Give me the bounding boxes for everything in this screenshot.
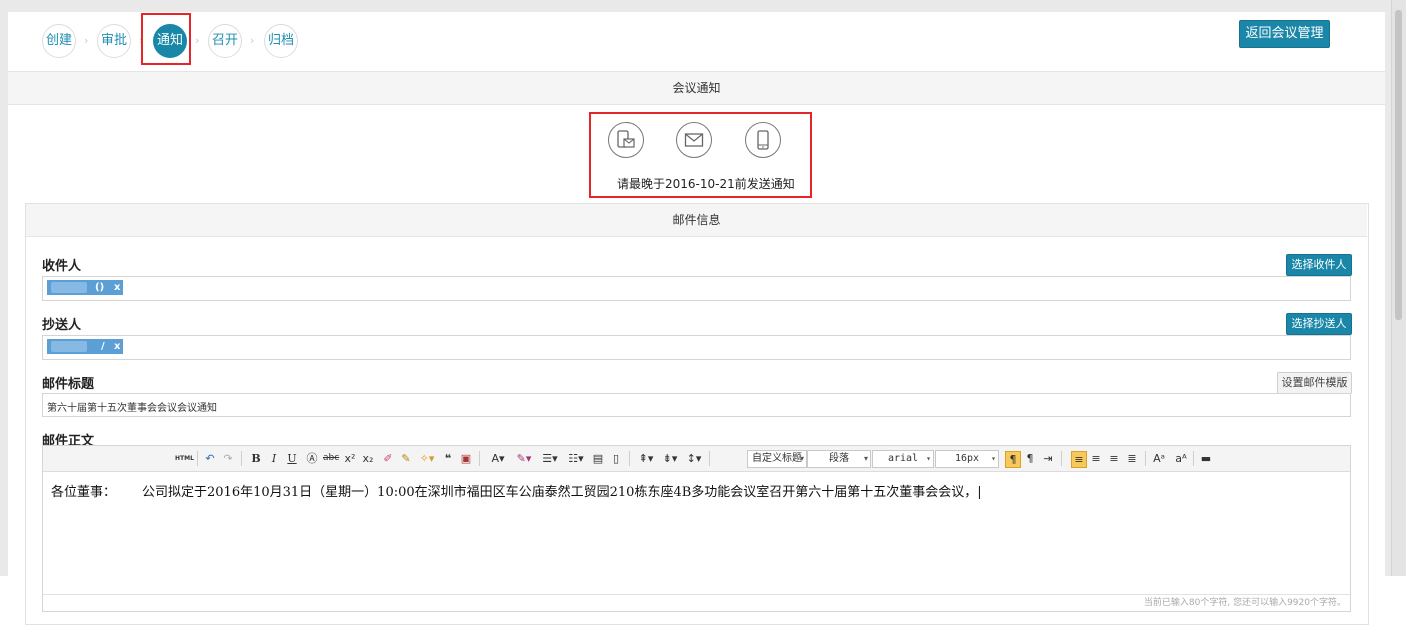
step-archive[interactable]: 归档 [264, 24, 298, 58]
word-count-text: 当前已输入80个字符, 您还可以输入9920个字符。 [1143, 598, 1346, 608]
superscript-icon[interactable]: x² [343, 451, 357, 466]
chevron-right-icon: › [195, 34, 200, 47]
paragraph-value: 段落 [829, 453, 849, 464]
italic-button[interactable]: I [267, 451, 281, 466]
highlight-color-icon[interactable]: ✎▾ [513, 451, 535, 466]
paragraph-select[interactable]: 段落 ▾ [807, 450, 871, 468]
chevron-down-icon: ▾ [863, 454, 868, 463]
select-recipient-button[interactable]: 选择收件人 [1286, 254, 1352, 276]
cc-label: 抄送人 [42, 318, 82, 333]
font-size-select[interactable]: 16px ▾ [935, 450, 999, 468]
step-convene[interactable]: 召开 [208, 24, 242, 58]
notice-channels-highlight [589, 112, 812, 198]
cc-name-redacted [51, 341, 87, 352]
clear-document-icon[interactable]: ▯ [609, 451, 623, 466]
font-size-value: 16px [954, 453, 980, 464]
toolbar-divider [709, 451, 710, 466]
font-color-button[interactable]: A▾ [487, 451, 509, 466]
mail-body-editor: HTML ↶ ↷ B I U Ⓐ abc x² x₂ ✐ ✎ ✧▾ ❝ ▣ A▾… [42, 445, 1351, 612]
active-step-highlight [141, 13, 191, 65]
ltr-direction-icon[interactable]: ¶ [1005, 451, 1021, 468]
auto-format-icon[interactable]: ✧▾ [417, 451, 437, 466]
undo-icon[interactable]: ↶ [203, 451, 217, 466]
body-content: 公司拟定于2016年10月31日（星期一）10:00在深圳市福田区车公庙泰然工贸… [142, 485, 982, 500]
html-source-button[interactable]: HTML [175, 451, 194, 466]
lowercase-icon[interactable]: aᴬ [1173, 451, 1189, 466]
set-mail-template-button[interactable]: 设置邮件模版 [1277, 372, 1352, 394]
meeting-notice-header: 会议通知 [8, 71, 1385, 105]
format-painter-icon[interactable]: ✎ [399, 451, 413, 466]
indent-icon[interactable]: ⇥ [1041, 451, 1055, 466]
font-color-label: A [491, 452, 499, 465]
chevron-down-icon: ▾ [799, 454, 804, 463]
rtl-direction-icon[interactable]: ¶ [1023, 451, 1037, 466]
editor-toolbar: HTML ↶ ↷ B I U Ⓐ abc x² x₂ ✐ ✎ ✧▾ ❝ ▣ A▾… [43, 446, 1350, 472]
editor-content-area[interactable]: 各位董事： 公司拟定于2016年10月31日（星期一）10:00在深圳市福田区车… [43, 472, 1350, 594]
toolbar-divider [1061, 451, 1062, 466]
step-approve[interactable]: 审批 [97, 24, 131, 58]
redo-icon[interactable]: ↷ [221, 451, 235, 466]
body-greeting: 各位董事： [51, 485, 117, 500]
cc-field[interactable]: / x [42, 335, 1351, 360]
chevron-down-icon: ▾ [991, 454, 996, 463]
unordered-list-icon[interactable]: ☷▾ [565, 451, 587, 466]
underline-button[interactable]: U [285, 451, 299, 466]
select-all-icon[interactable]: ▤ [591, 451, 605, 466]
remove-recipient-icon[interactable]: x [114, 280, 120, 295]
custom-title-select[interactable]: 自定义标题 ▾ [747, 450, 807, 468]
toolbar-divider [197, 451, 198, 466]
toolbar-divider [1145, 451, 1146, 466]
custom-title-value: 自定义标题 [752, 453, 802, 464]
recipient-field[interactable]: () x [42, 276, 1351, 301]
align-left-icon[interactable]: ≡ [1071, 451, 1087, 468]
step-create[interactable]: 创建 [42, 24, 76, 58]
align-right-icon[interactable]: ≡ [1107, 451, 1121, 466]
ordered-list-icon[interactable]: ☰▾ [539, 451, 561, 466]
cc-tag-suffix: / [101, 341, 105, 352]
chevron-right-icon: › [250, 34, 255, 47]
subject-value: 第六十届第十五次董事会会议会议通知 [47, 403, 217, 414]
scrollbar-thumb[interactable] [1395, 10, 1402, 320]
select-cc-button[interactable]: 选择抄送人 [1286, 313, 1352, 335]
toolbar-divider [1193, 451, 1194, 466]
subject-input[interactable]: 第六十届第十五次董事会会议会议通知 [42, 393, 1351, 417]
chevron-down-icon: ▾ [926, 454, 931, 463]
recipient-tag: () x [47, 280, 123, 295]
recipient-tag-suffix: () [95, 282, 105, 293]
back-to-meeting-management-button[interactable]: 返回会议管理 [1239, 20, 1330, 48]
bold-button[interactable]: B [249, 451, 263, 466]
chevron-right-icon: › [84, 34, 89, 47]
toolbar-divider [241, 451, 242, 466]
font-border-icon[interactable]: Ⓐ [305, 451, 319, 466]
font-family-select[interactable]: arial ▾ [872, 450, 934, 468]
blockquote-icon[interactable]: ❝ [441, 451, 455, 466]
align-center-icon[interactable]: ≡ [1089, 451, 1103, 466]
row-spacing-bottom-icon[interactable]: ⇟▾ [659, 451, 681, 466]
eraser-icon[interactable]: ✐ [381, 451, 395, 466]
toolbar-divider [479, 451, 480, 466]
recipient-label: 收件人 [42, 259, 82, 274]
mail-info-header: 邮件信息 [26, 204, 1367, 237]
print-icon[interactable]: ▬ [1199, 451, 1213, 466]
align-justify-icon[interactable]: ≣ [1125, 451, 1139, 466]
font-family-value: arial [887, 453, 919, 464]
uppercase-icon[interactable]: Aᵃ [1151, 451, 1167, 466]
row-spacing-top-icon[interactable]: ⇞▾ [635, 451, 657, 466]
editor-word-count: 当前已输入80个字符, 您还可以输入9920个字符。 [43, 594, 1350, 611]
strikethrough-icon[interactable]: abc [323, 451, 339, 466]
page-scrollbar[interactable] [1391, 0, 1406, 576]
subscript-icon[interactable]: x₂ [361, 451, 375, 466]
subject-label: 邮件标题 [42, 377, 95, 392]
paste-plain-icon[interactable]: ▣ [459, 451, 473, 466]
line-height-icon[interactable]: ↕▾ [683, 451, 705, 466]
remove-cc-icon[interactable]: x [114, 339, 120, 354]
recipient-name-redacted [51, 282, 87, 293]
cc-tag: / x [47, 339, 123, 354]
toolbar-divider [629, 451, 630, 466]
